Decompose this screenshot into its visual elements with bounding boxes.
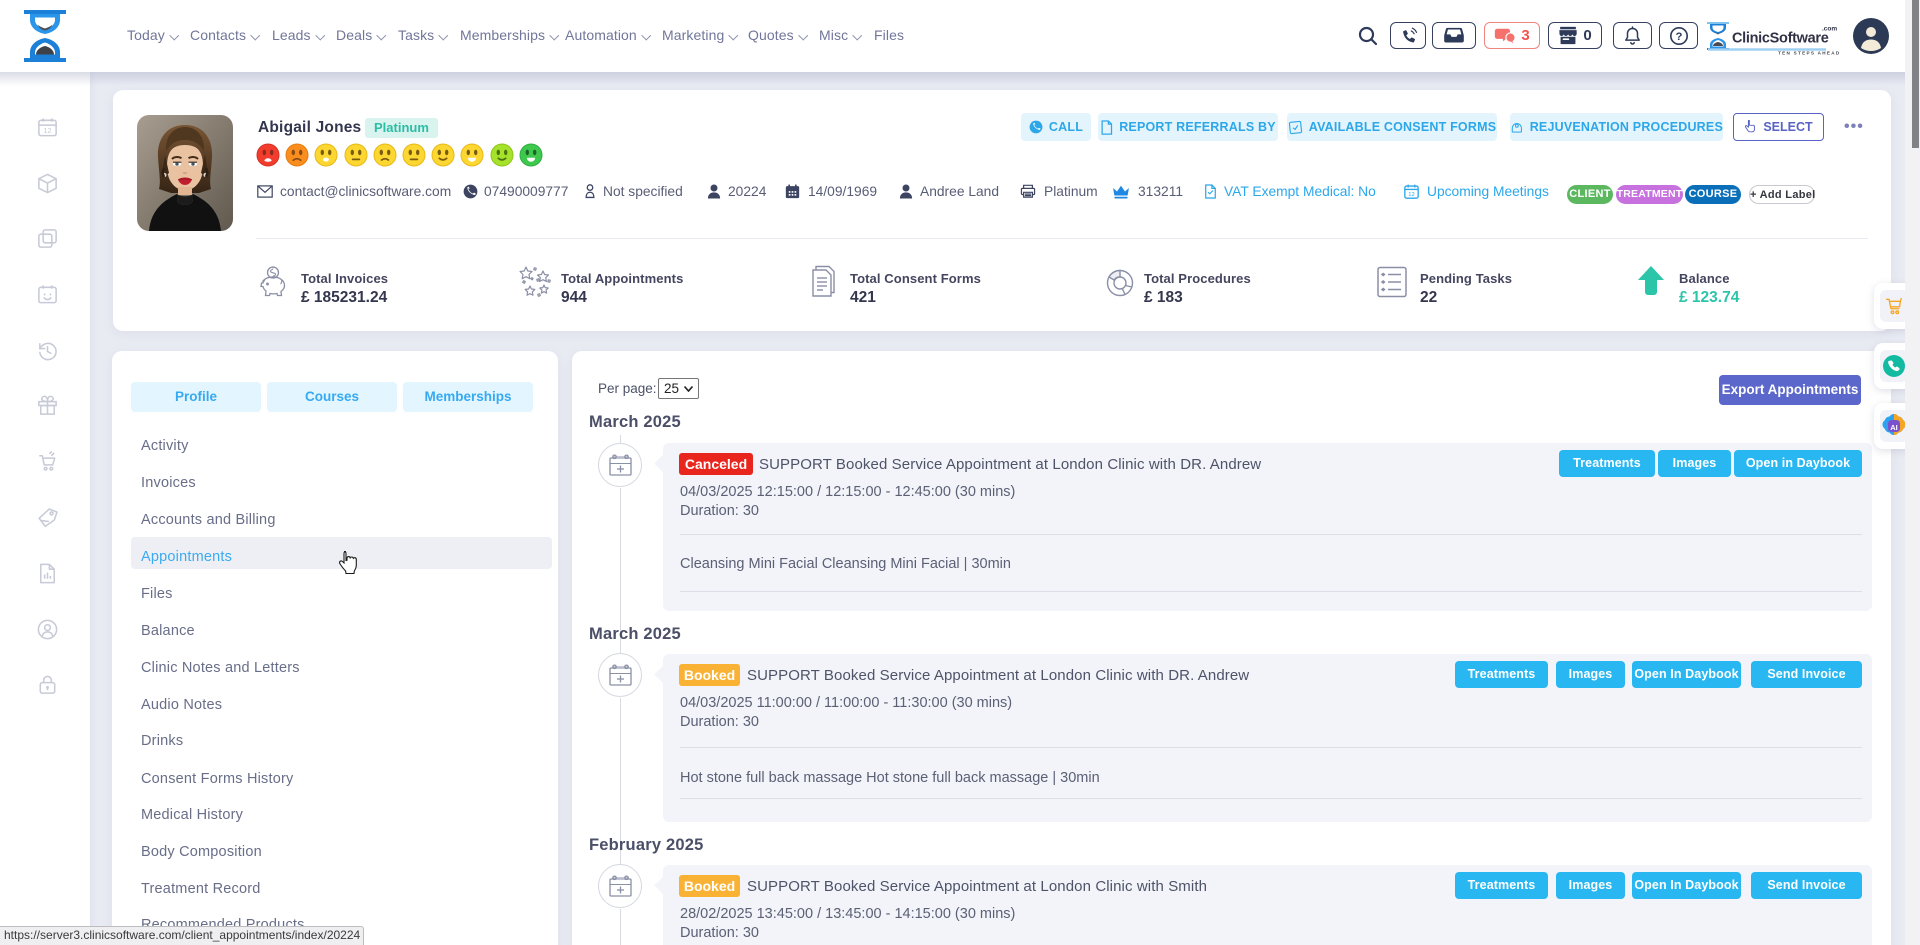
- svg-text:ClinicSoftware: ClinicSoftware: [1732, 31, 1829, 47]
- svg-text:TEN STEPS AHEAD: TEN STEPS AHEAD: [1778, 51, 1840, 56]
- svg-text:12: 12: [44, 127, 52, 135]
- svg-text:AI: AI: [1890, 423, 1898, 432]
- svg-text:12: 12: [1408, 192, 1414, 198]
- svg-text:?: ?: [1675, 31, 1682, 43]
- svg-text:.com: .com: [1822, 26, 1837, 33]
